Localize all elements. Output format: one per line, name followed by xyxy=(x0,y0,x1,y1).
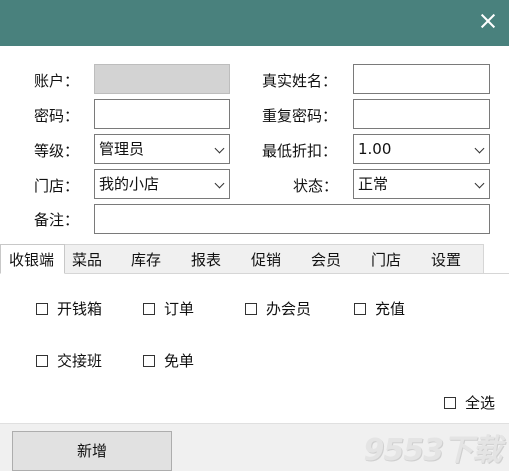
permission-label: 充值 xyxy=(375,300,406,318)
level-value: 管理员 xyxy=(99,140,145,158)
level-label: 等级： xyxy=(34,142,80,160)
tab-members[interactable]: 会员 xyxy=(303,244,364,274)
watermark-logo: 9553下载 xyxy=(363,433,502,468)
tab-inventory[interactable]: 库存 xyxy=(123,244,184,274)
permission-label: 办会员 xyxy=(266,300,312,318)
permission-label: 开钱箱 xyxy=(57,300,103,318)
permission-label: 订单 xyxy=(164,300,195,318)
permission-create-member[interactable]: 办会员 xyxy=(245,298,311,319)
permission-cash-drawer[interactable]: 开钱箱 xyxy=(36,298,102,319)
password-field[interactable] xyxy=(94,99,230,129)
checkbox-icon[interactable] xyxy=(143,302,155,315)
tab-panel-cashier: 开钱箱 订单 办会员 充值 交接班 免单 全选 xyxy=(0,273,509,424)
realname-field[interactable] xyxy=(353,64,490,94)
chevron-down-icon xyxy=(474,143,485,154)
store-select[interactable]: 我的小店 xyxy=(94,169,230,199)
permission-free-order[interactable]: 免单 xyxy=(143,350,194,371)
permission-label: 交接班 xyxy=(57,352,103,370)
repeat-password-label: 重复密码： xyxy=(262,107,338,125)
tab-cashier[interactable]: 收银端 xyxy=(0,244,65,274)
tab-dishes[interactable]: 菜品 xyxy=(64,244,124,274)
account-label: 账户： xyxy=(34,72,80,90)
repeat-password-field[interactable] xyxy=(353,99,490,129)
title-bar xyxy=(0,0,509,46)
remark-label: 备注： xyxy=(34,211,80,229)
select-all-label: 全选 xyxy=(465,394,496,412)
password-label: 密码： xyxy=(34,107,80,125)
tab-promotions[interactable]: 促销 xyxy=(243,244,304,274)
checkbox-icon[interactable] xyxy=(143,354,155,367)
permission-shift-handover[interactable]: 交接班 xyxy=(36,350,102,371)
status-label: 状态： xyxy=(293,177,339,195)
status-select[interactable]: 正常 xyxy=(353,169,490,199)
discount-select[interactable]: 1.00 xyxy=(353,134,490,164)
footer: 新增 9553下载 xyxy=(0,423,509,471)
account-field[interactable] xyxy=(94,64,230,94)
chevron-down-icon xyxy=(214,178,225,189)
permission-label: 免单 xyxy=(164,352,195,370)
checkbox-icon[interactable] xyxy=(245,302,257,315)
chevron-down-icon xyxy=(474,178,485,189)
checkbox-icon[interactable] xyxy=(444,396,456,409)
add-button[interactable]: 新增 xyxy=(12,431,172,471)
status-value: 正常 xyxy=(358,175,389,193)
store-label: 门店： xyxy=(34,177,80,195)
tab-settings[interactable]: 设置 xyxy=(423,244,484,274)
level-select[interactable]: 管理员 xyxy=(94,134,230,164)
tab-reports[interactable]: 报表 xyxy=(183,244,244,274)
remark-field[interactable] xyxy=(94,204,490,234)
permission-orders[interactable]: 订单 xyxy=(143,298,194,319)
tab-stores[interactable]: 门店 xyxy=(363,244,424,274)
tab-bar: 收银端 菜品 库存 报表 促销 会员 门店 设置 xyxy=(0,244,509,274)
permission-recharge[interactable]: 充值 xyxy=(354,298,405,319)
close-icon[interactable] xyxy=(479,12,497,30)
checkbox-icon[interactable] xyxy=(36,302,48,315)
chevron-down-icon xyxy=(214,143,225,154)
realname-label: 真实姓名： xyxy=(262,72,338,90)
select-all-checkbox[interactable]: 全选 xyxy=(444,392,495,413)
checkbox-icon[interactable] xyxy=(36,354,48,367)
store-value: 我的小店 xyxy=(99,175,160,193)
discount-label: 最低折扣： xyxy=(262,142,338,160)
discount-value: 1.00 xyxy=(358,140,392,158)
checkbox-icon[interactable] xyxy=(354,302,366,315)
